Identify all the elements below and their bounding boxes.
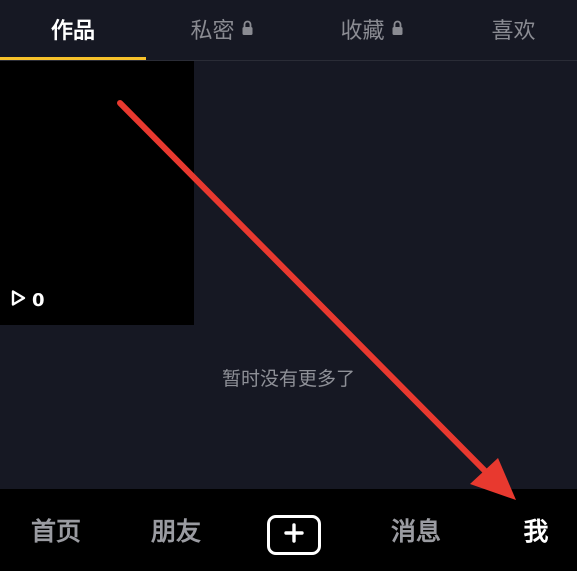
nav-friends[interactable]: 朋友: [120, 489, 232, 571]
nav-me[interactable]: 我: [480, 489, 577, 571]
tab-works-label: 作品: [50, 19, 95, 44]
nav-friends-label: 朋友: [150, 517, 201, 546]
lock-icon: [391, 17, 404, 42]
plus-icon: [283, 522, 305, 548]
nav-home[interactable]: 首页: [0, 489, 112, 571]
nav-home-label: 首页: [30, 517, 81, 546]
tab-favorites-label: 收藏: [340, 19, 385, 44]
tab-private[interactable]: 私密: [150, 0, 294, 58]
tab-private-label: 私密: [190, 19, 235, 44]
video-thumbnail[interactable]: 0: [0, 61, 194, 325]
profile-tab-bar: 作品 私密 收藏 喜欢: [0, 0, 577, 61]
no-more-content-text: 暂时没有更多了: [221, 368, 355, 390]
active-tab-indicator: [0, 57, 146, 60]
bottom-nav-bar: 首页 朋友 消息 我: [0, 489, 577, 571]
tab-favorites[interactable]: 收藏: [300, 0, 444, 58]
tab-likes-label: 喜欢: [491, 19, 536, 44]
play-icon: [8, 288, 32, 313]
nav-messages[interactable]: 消息: [360, 489, 472, 571]
tab-likes[interactable]: 喜欢: [450, 0, 577, 58]
add-video-button[interactable]: [267, 515, 321, 555]
tab-works[interactable]: 作品: [0, 0, 146, 58]
play-count: 0: [8, 288, 45, 313]
nav-messages-label: 消息: [390, 517, 441, 546]
lock-icon: [241, 17, 254, 42]
nav-me-label: 我: [523, 517, 549, 546]
play-count-value: 0: [32, 290, 45, 311]
